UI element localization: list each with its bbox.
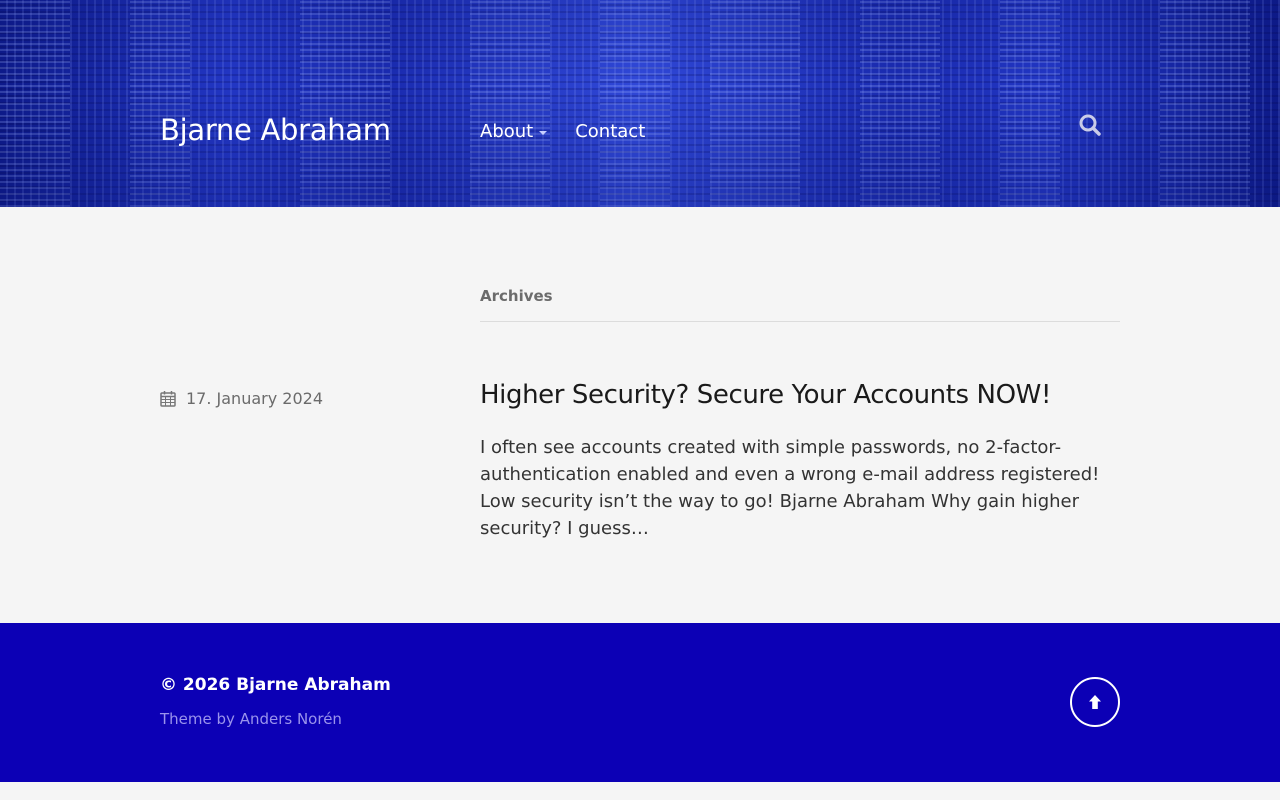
caret-down-icon	[539, 130, 548, 135]
calendar-icon	[160, 391, 176, 407]
scroll-to-top-button[interactable]	[1070, 677, 1120, 727]
site-header: Bjarne Abraham About Contact	[0, 0, 1280, 207]
footer-credit: Theme by Anders Norén	[160, 710, 342, 728]
site-title[interactable]: Bjarne Abraham	[160, 113, 391, 147]
post-title[interactable]: Higher Security? Secure Your Accounts NO…	[480, 380, 1120, 410]
site-footer: © 2026 Bjarne Abraham Theme by Anders No…	[0, 623, 1280, 782]
post-date[interactable]: 17. January 2024	[186, 389, 323, 408]
archive-label: Archives	[480, 287, 553, 305]
nav-item-contact-label: Contact	[575, 121, 646, 142]
footer-credit-link[interactable]: Anders Norén	[240, 710, 342, 728]
main-navigation: About Contact	[480, 121, 645, 142]
footer-credit-prefix: Theme by	[160, 710, 235, 728]
arrow-up-icon	[1089, 695, 1101, 709]
search-icon	[1079, 114, 1101, 136]
header-shade	[0, 0, 1280, 207]
nav-item-about[interactable]: About	[480, 121, 548, 142]
nav-item-contact[interactable]: Contact	[575, 121, 645, 142]
footer-copyright: © 2026 Bjarne Abraham	[160, 675, 391, 695]
post-excerpt: I often see accounts created with simple…	[480, 437, 1100, 539]
nav-item-about-label: About	[480, 121, 534, 142]
page-bottom-strip	[0, 782, 1280, 800]
archive-divider	[480, 321, 1120, 322]
search-button[interactable]	[1078, 113, 1102, 137]
post-meta: 17. January 2024	[160, 389, 323, 408]
